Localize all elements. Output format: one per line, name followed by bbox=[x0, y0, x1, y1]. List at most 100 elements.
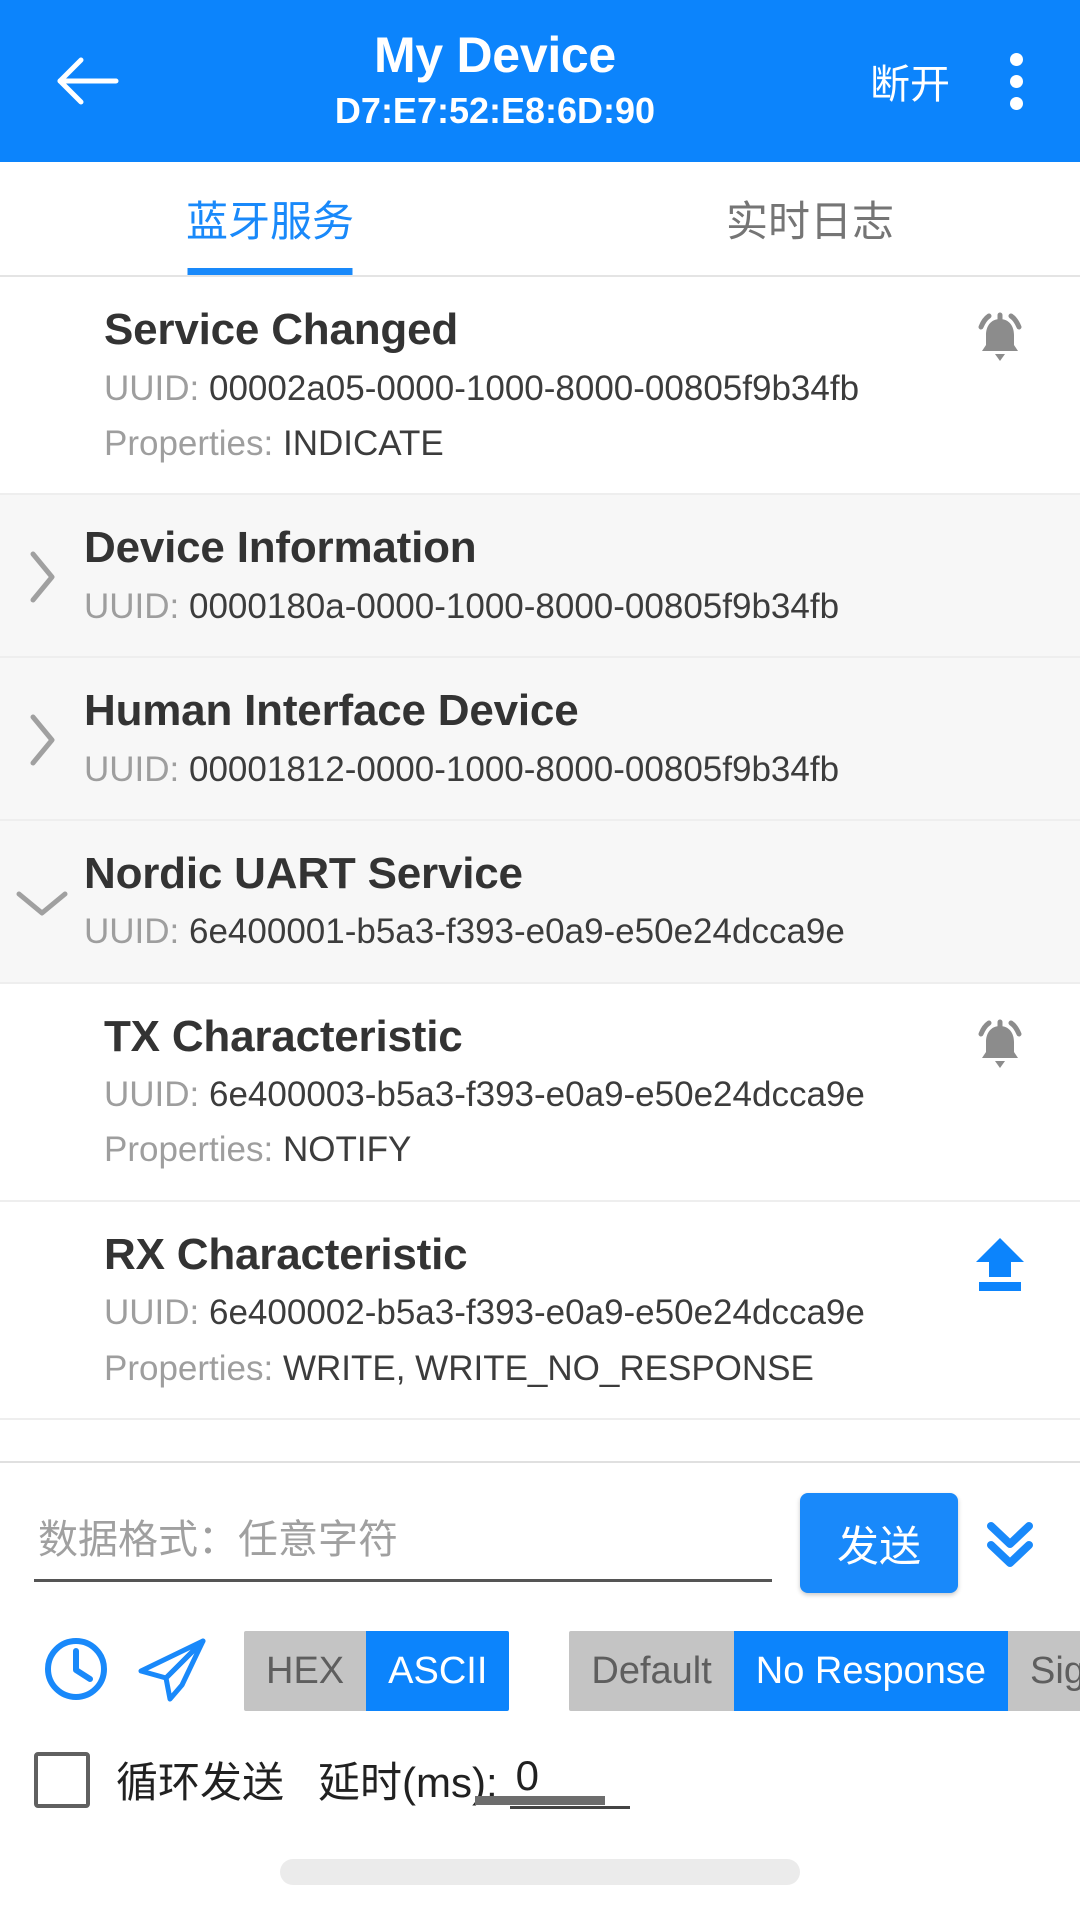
loop-send-checkbox[interactable] bbox=[34, 1751, 90, 1808]
loop-send-label: 循环发送 bbox=[116, 1759, 285, 1806]
chevron-placeholder bbox=[0, 1090, 84, 1094]
expand-panel-button[interactable] bbox=[962, 1495, 1058, 1591]
uuid-value: 6e400003-b5a3-f393-e0a9-e50e24dcca9e bbox=[209, 1075, 865, 1115]
service-name: Service Changed bbox=[104, 305, 459, 354]
chevron-placeholder bbox=[0, 383, 84, 387]
tab-bluetooth-services[interactable]: 蓝牙服务 bbox=[0, 162, 540, 275]
uuid-value: 0000180a-0000-1000-8000-00805f9b34fb bbox=[189, 586, 840, 626]
characteristic-name: TX Characteristic bbox=[104, 1011, 463, 1061]
quick-send-button[interactable] bbox=[124, 1623, 220, 1719]
service-uuid: UUID: 00001812-0000-1000-8000-00805f9b34… bbox=[84, 747, 954, 793]
home-gesture-pill[interactable] bbox=[280, 1859, 800, 1885]
upload-icon bbox=[970, 1232, 1030, 1299]
send-button[interactable]: 发送 bbox=[800, 1493, 958, 1593]
options-row: HEX ASCII Default No Response Signed bbox=[0, 1603, 1080, 1729]
bell-ring-icon bbox=[969, 307, 1031, 374]
properties-value: NOTIFY bbox=[282, 1130, 412, 1170]
service-name: Device Information bbox=[84, 523, 477, 573]
uuid-value: 6e400001-b5a3-f393-e0a9-e50e24dcca9e bbox=[189, 912, 845, 952]
row-body: TX Characteristic UUID: 6e400003-b5a3-f3… bbox=[84, 1010, 954, 1174]
row-body: RX Characteristic UUID: 6e400002-b5a3-f3… bbox=[84, 1228, 954, 1392]
notify-toggle-button[interactable] bbox=[954, 1010, 1046, 1081]
row-body: Service Changed UUID: 00002a05-0000-1000… bbox=[84, 303, 954, 467]
row-body: Device Information UUID: 0000180a-0000-1… bbox=[84, 521, 954, 630]
properties-label: Properties: bbox=[104, 1130, 283, 1170]
characteristic-name: RX Characteristic bbox=[104, 1229, 468, 1279]
row-body: Human Interface Device UUID: 00001812-00… bbox=[84, 684, 954, 793]
tab-label: 实时日志 bbox=[725, 198, 894, 245]
data-input[interactable] bbox=[34, 1504, 772, 1582]
properties-value: WRITE, WRITE_NO_RESPONSE bbox=[282, 1348, 814, 1388]
chevron-right-icon[interactable] bbox=[0, 707, 84, 769]
chevron-placeholder bbox=[0, 1308, 84, 1312]
row-body: Nordic UART Service UUID: 6e400001-b5a3-… bbox=[84, 847, 954, 956]
paper-plane-icon bbox=[133, 1633, 211, 1710]
uuid-value: 6e400002-b5a3-f393-e0a9-e50e24dcca9e bbox=[209, 1293, 865, 1333]
row-action-placeholder bbox=[954, 847, 1046, 851]
overflow-menu-button[interactable] bbox=[986, 33, 1046, 129]
uuid-label: UUID: bbox=[84, 912, 189, 952]
back-button[interactable] bbox=[40, 33, 136, 129]
delay-label: 延时(ms): bbox=[318, 1759, 498, 1806]
more-vertical-icon bbox=[1009, 52, 1023, 110]
characteristic-uuid: UUID: 6e400003-b5a3-f393-e0a9-e50e24dcca… bbox=[104, 1072, 954, 1118]
write-type-toggle-group: Default No Response Signed bbox=[569, 1630, 1080, 1712]
properties-label: Properties: bbox=[104, 1348, 283, 1388]
chevron-right-icon[interactable] bbox=[0, 544, 84, 606]
characteristic-properties: Properties: WRITE, WRITE_NO_RESPONSE bbox=[104, 1346, 954, 1392]
service-uuid: UUID: 6e400001-b5a3-f393-e0a9-e50e24dcca… bbox=[84, 909, 954, 955]
disconnect-button[interactable]: 断开 bbox=[864, 42, 956, 120]
segment-default[interactable]: Default bbox=[569, 1630, 734, 1712]
uuid-label: UUID: bbox=[104, 1293, 209, 1333]
properties-value: INDICATE bbox=[282, 423, 444, 463]
table-row[interactable]: Nordic UART Service UUID: 6e400001-b5a3-… bbox=[0, 820, 1080, 984]
input-row: 发送 bbox=[0, 1479, 1080, 1603]
table-row[interactable]: Human Interface Device UUID: 00001812-00… bbox=[0, 657, 1080, 821]
characteristic-properties: Properties: NOTIFY bbox=[104, 1127, 954, 1173]
clock-icon bbox=[40, 1633, 112, 1710]
write-button[interactable] bbox=[954, 1228, 1046, 1299]
loop-send-row: 循环发送 延时(ms): bbox=[0, 1729, 1080, 1824]
service-list[interactable]: Service Changed UUID: 00002a05-0000-1000… bbox=[0, 277, 1080, 1461]
page-title: My Device bbox=[374, 27, 616, 84]
service-uuid: UUID: 0000180a-0000-1000-8000-00805f9b34… bbox=[84, 584, 954, 630]
notify-toggle-button[interactable] bbox=[954, 303, 1046, 374]
app-bar: My Device D7:E7:52:E8:6D:90 断开 bbox=[0, 0, 1080, 162]
properties-label: Properties: bbox=[104, 423, 283, 463]
arrow-left-icon bbox=[56, 54, 120, 108]
history-button[interactable] bbox=[28, 1623, 124, 1719]
title-block: My Device D7:E7:52:E8:6D:90 bbox=[126, 29, 864, 133]
tab-bar: 蓝牙服务 实时日志 bbox=[0, 162, 1080, 277]
uuid-label: UUID: bbox=[84, 586, 189, 626]
send-panel: 发送 bbox=[0, 1461, 1080, 1824]
segment-signed[interactable]: Signed bbox=[1008, 1630, 1080, 1712]
uuid-value: 00002a05-0000-1000-8000-00805f9b34fb bbox=[209, 368, 860, 408]
segment-hex[interactable]: HEX bbox=[244, 1630, 367, 1712]
uuid-label: UUID: bbox=[104, 1075, 209, 1115]
service-name: Nordic UART Service bbox=[84, 848, 523, 898]
data-format-toggle-group: HEX ASCII bbox=[244, 1630, 510, 1712]
characteristic-uuid: UUID: 6e400002-b5a3-f393-e0a9-e50e24dcca… bbox=[104, 1290, 954, 1336]
table-row[interactable]: RX Characteristic UUID: 6e400002-b5a3-f3… bbox=[0, 1202, 1080, 1420]
double-chevron-down-icon bbox=[975, 1506, 1045, 1581]
service-properties: Properties: INDICATE bbox=[104, 421, 954, 467]
app-root: My Device D7:E7:52:E8:6D:90 断开 蓝牙服务 实时日志… bbox=[0, 0, 1080, 1920]
row-action-placeholder bbox=[954, 521, 1046, 525]
segment-ascii[interactable]: ASCII bbox=[366, 1630, 510, 1712]
bell-ring-icon bbox=[969, 1014, 1031, 1081]
uuid-value: 00001812-0000-1000-8000-00805f9b34fb bbox=[189, 749, 840, 789]
tab-label: 蓝牙服务 bbox=[185, 198, 354, 245]
table-row[interactable]: TX Characteristic UUID: 6e400003-b5a3-f3… bbox=[0, 984, 1080, 1202]
uuid-label: UUID: bbox=[104, 368, 209, 408]
chevron-down-icon[interactable] bbox=[0, 881, 84, 921]
service-uuid: UUID: 00002a05-0000-1000-8000-00805f9b34… bbox=[104, 366, 954, 412]
keyboard-handle bbox=[475, 1796, 605, 1805]
uuid-label: UUID: bbox=[84, 749, 189, 789]
tab-realtime-log[interactable]: 实时日志 bbox=[540, 162, 1080, 275]
row-action-placeholder bbox=[954, 684, 1046, 688]
table-row[interactable]: Service Changed UUID: 00002a05-0000-1000… bbox=[0, 277, 1080, 496]
segment-no-response[interactable]: No Response bbox=[733, 1630, 1009, 1712]
system-navigation-bar bbox=[0, 1796, 1080, 1920]
table-row[interactable]: Device Information UUID: 0000180a-0000-1… bbox=[0, 495, 1080, 658]
device-address: D7:E7:52:E8:6D:90 bbox=[334, 89, 656, 131]
